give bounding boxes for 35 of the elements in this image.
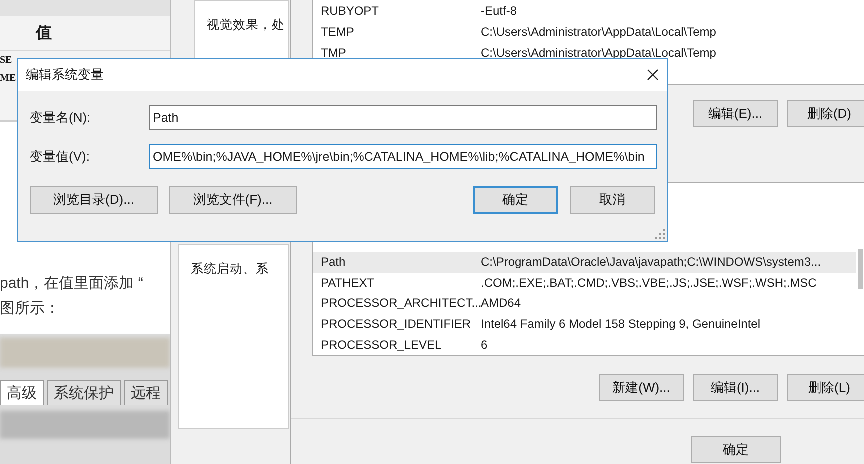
variable-row[interactable]: PROCESSOR_LEVEL 6 bbox=[313, 334, 856, 355]
variable-row[interactable]: TEMP C:\Users\Administrator\AppData\Local\Temp bbox=[313, 21, 864, 42]
article-text: 图所示： bbox=[0, 299, 61, 318]
variable-button[interactable]: 编辑(E)... bbox=[693, 100, 778, 127]
field-label: 变量名(N): bbox=[30, 108, 92, 126]
browse-button[interactable]: 浏览文件(F)... bbox=[169, 186, 297, 214]
dialog-button[interactable]: 取消 bbox=[570, 186, 655, 214]
dialog-button[interactable]: 确定 bbox=[473, 186, 558, 214]
column-header: 值 bbox=[36, 24, 52, 44]
input-field[interactable]: Path bbox=[149, 105, 657, 130]
tab[interactable]: 远程 bbox=[124, 380, 168, 405]
variable-row[interactable]: PROCESSOR_ARCHITECT...AMD64 bbox=[313, 293, 856, 314]
scrollbar-thumb[interactable] bbox=[858, 249, 863, 289]
variable-button[interactable]: 删除(D) bbox=[787, 100, 864, 127]
resize-grip-icon[interactable] bbox=[655, 229, 665, 239]
table-cell: ME bbox=[0, 73, 16, 84]
variable-button[interactable]: 编辑(I)... bbox=[693, 374, 778, 401]
panel-text: 系统启动、系 bbox=[191, 261, 269, 278]
variable-row[interactable]: Path C:\ProgramData\Oracle\Java\javapath;C:\WINDOWS\system3... bbox=[313, 252, 856, 273]
input-field[interactable]: OME%\bin;%JAVA_HOME%\jre\bin;%CATALINA_HOME%\lib;%CATALINA_HOME%\bin bbox=[149, 144, 657, 169]
browse-button[interactable]: 浏览目录(D)... bbox=[30, 186, 158, 214]
variable-row[interactable]: PROCESSOR_IDENTIFIER Intel64 Family 6 Model 158 Stepping 9, GenuineIntel bbox=[313, 314, 856, 334]
dialog-title: 编辑系统变量 bbox=[26, 66, 104, 84]
tab[interactable]: 系统保护 bbox=[47, 380, 121, 405]
tab[interactable]: 高级 bbox=[0, 380, 44, 405]
panel-text: 视觉效果，处 bbox=[207, 17, 285, 34]
variable-button[interactable]: 删除(L) bbox=[787, 374, 864, 401]
variable-row[interactable]: PATHEXT .COM;.EXE;.BAT;.CMD;.VBS;.VBE;.JS;.JSE;.WSF;.WSH;.MSC bbox=[313, 272, 856, 294]
field-label: 变量值(V): bbox=[30, 148, 91, 166]
ok-button[interactable]: 确定 bbox=[691, 436, 781, 463]
variable-row[interactable]: RUBYOPT -Eutf-8 bbox=[313, 0, 864, 21]
table-cell: SE bbox=[0, 55, 12, 66]
variable-button[interactable]: 新建(W)... bbox=[599, 374, 684, 401]
article-text: path，在值里面添加 “ bbox=[0, 274, 144, 293]
close-icon[interactable] bbox=[647, 69, 659, 81]
